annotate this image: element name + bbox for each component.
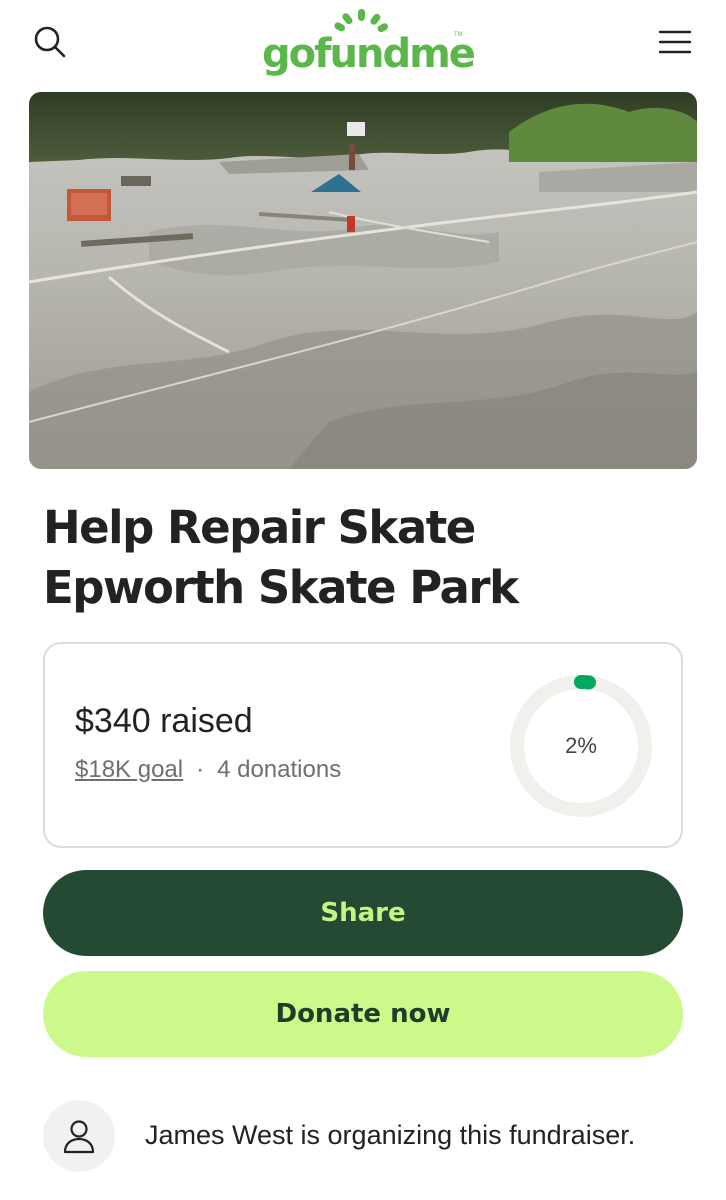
donation-count: 4 donations [217, 756, 342, 783]
goal-link[interactable]: $18K goal [75, 756, 183, 783]
top-bar: TM gofundme [0, 0, 726, 92]
organizer-text: James West is organizing this fundraiser… [145, 1120, 636, 1150]
search-icon [34, 26, 66, 58]
amount-raised: $340 raised [75, 702, 253, 740]
gofundme-logo[interactable]: TM gofundme [262, 8, 476, 78]
separator-dot: · [196, 756, 205, 783]
organizer-avatar[interactable] [43, 1100, 115, 1172]
donate-now-button[interactable]: Donate now [43, 971, 683, 1057]
search-button[interactable] [30, 22, 70, 62]
progress-percent: 2% [565, 733, 597, 758]
progress-ring: 2% [507, 672, 655, 820]
share-button[interactable]: Share [43, 870, 683, 956]
organizer-row: James West is organizing this fundraiser… [43, 1100, 703, 1174]
skate-park-photo [29, 92, 697, 469]
logo-wordmark: gofundme [262, 31, 476, 77]
campaign-title: Help Repair Skate Epworth Skate Park [43, 501, 519, 614]
goal-and-donations: $18K goal · 4 donations [75, 756, 341, 784]
menu-button[interactable] [655, 22, 695, 62]
campaign-hero-image[interactable] [29, 92, 697, 469]
hamburger-menu-icon [658, 30, 692, 54]
user-icon [63, 1120, 95, 1154]
donation-progress-card: $340 raised $18K goal · 4 donations 2% [43, 642, 683, 848]
